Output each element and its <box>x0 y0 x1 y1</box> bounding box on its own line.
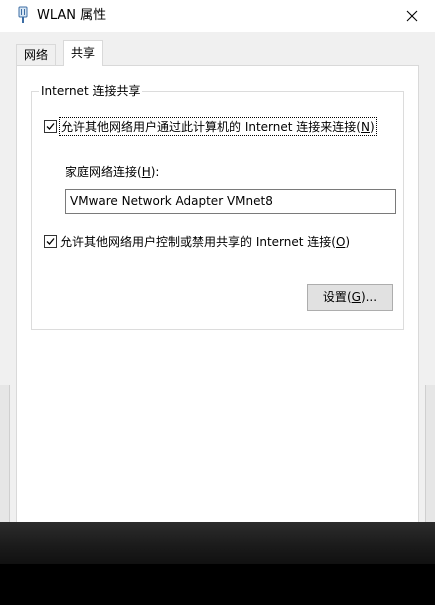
tab-sharing[interactable]: 共享 <box>63 40 104 66</box>
home-network-field[interactable]: VMware Network Adapter VMnet8 <box>65 189 396 214</box>
allow-share-checkbox[interactable] <box>44 119 57 133</box>
taskbar <box>0 564 435 605</box>
window-frame-left <box>0 385 10 522</box>
settings-button[interactable]: 设置(G)... <box>307 284 393 311</box>
network-adapter-icon <box>15 6 31 24</box>
checkmark-icon <box>46 122 55 130</box>
allow-control-checkbox[interactable] <box>44 234 57 248</box>
checkmark-icon <box>46 237 55 245</box>
allow-control-checkbox-row[interactable]: 允许其他网络用户控制或禁用共享的 Internet 连接(O) <box>44 232 350 250</box>
window-frame-right <box>425 385 435 522</box>
allow-share-label: 允许其他网络用户通过此计算机的 Internet 连接来连接(N) <box>59 116 377 136</box>
allow-share-checkbox-row[interactable]: 允许其他网络用户通过此计算机的 Internet 连接来连接(N) <box>44 116 377 136</box>
tab-network[interactable]: 网络 <box>16 44 57 65</box>
group-title: Internet 连接共享 <box>39 83 143 99</box>
wlan-properties-window: WLAN 属性 网络 共享 Internet 连接共享 允许其他网络用户通过此计… <box>0 0 435 522</box>
desktop-background <box>0 522 435 564</box>
close-button[interactable] <box>389 0 435 32</box>
home-network-label: 家庭网络连接(H): <box>65 165 160 179</box>
window-title: WLAN 属性 <box>37 8 107 23</box>
close-icon <box>406 10 418 22</box>
title-bar[interactable]: WLAN 属性 <box>0 0 435 32</box>
allow-control-label: 允许其他网络用户控制或禁用共享的 Internet 连接(O) <box>60 234 351 249</box>
